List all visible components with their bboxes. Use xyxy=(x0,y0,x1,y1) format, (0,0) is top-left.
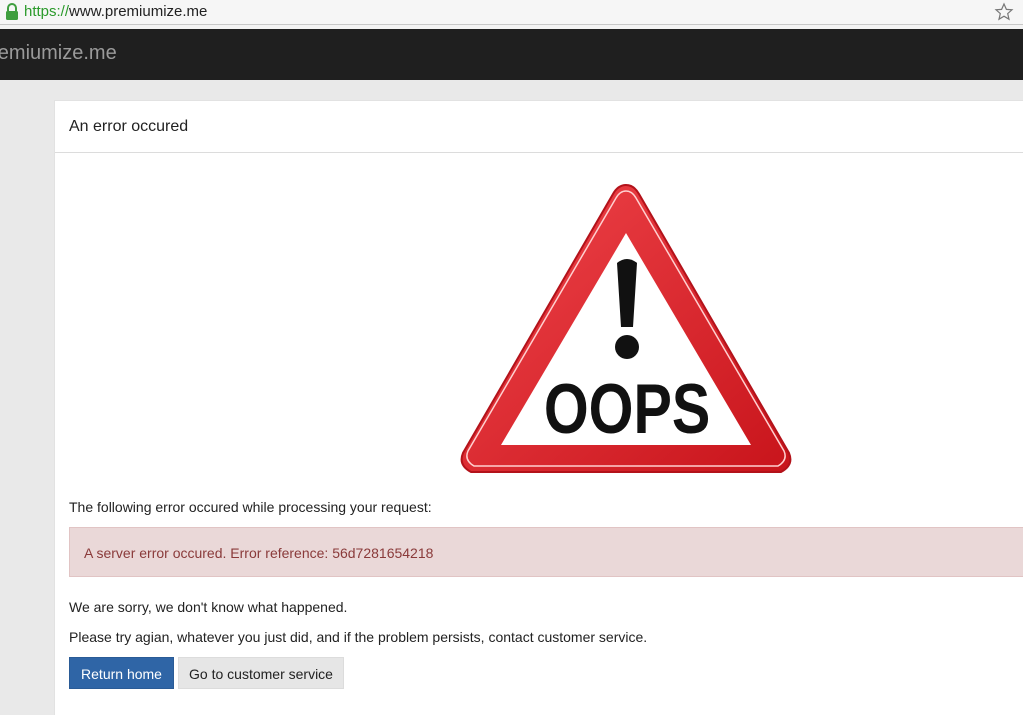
oops-text: OOPS xyxy=(544,369,710,448)
url-host: www.premiumize.me xyxy=(69,3,208,20)
url-scheme: https:// xyxy=(24,3,70,20)
site-navbar: premiumize.me xyxy=(0,29,1023,80)
apology-text: We are sorry, we don't know what happene… xyxy=(69,599,348,615)
url-text[interactable]: https://www.premiumize.me xyxy=(24,3,207,20)
panel-heading: An error occured xyxy=(55,101,1023,153)
error-intro: The following error occured while proces… xyxy=(69,499,432,515)
error-panel: An error occured OOPS The following erro… xyxy=(54,100,1023,715)
alert-message: A server error occured. Error reference:… xyxy=(84,545,434,561)
panel-title: An error occured xyxy=(69,118,189,135)
instructions-text: Please try agian, whatever you just did,… xyxy=(69,629,648,645)
return-home-button[interactable]: Return home xyxy=(69,657,174,689)
error-alert: A server error occured. Error reference:… xyxy=(69,527,1023,577)
customer-service-button[interactable]: Go to customer service xyxy=(178,657,344,689)
address-bar[interactable]: https://www.premiumize.me xyxy=(0,0,1023,25)
oops-warning-icon: OOPS xyxy=(460,183,792,473)
lock-icon xyxy=(6,3,18,20)
site-brand[interactable]: premiumize.me xyxy=(0,42,117,65)
bookmark-star-icon[interactable] xyxy=(994,2,1014,22)
